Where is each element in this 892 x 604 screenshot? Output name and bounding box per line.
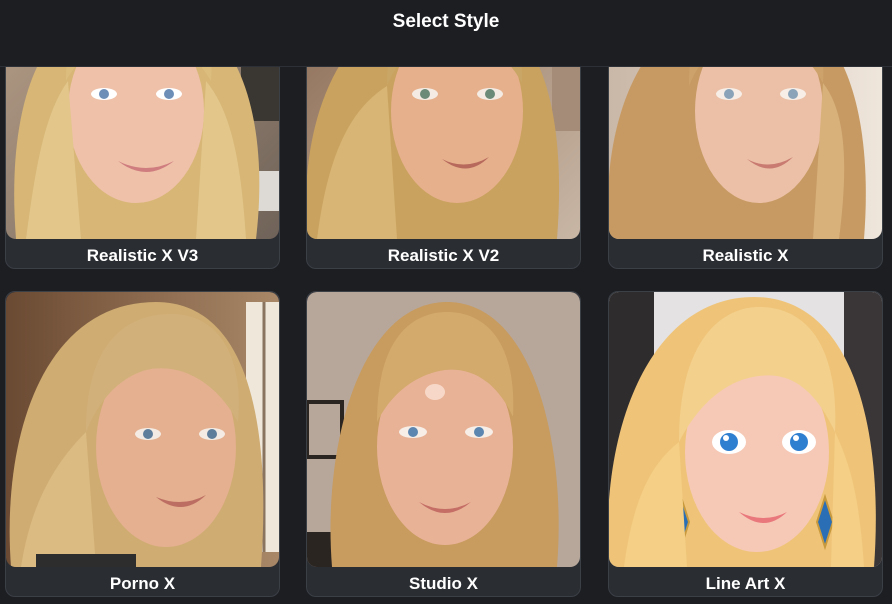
style-label: Studio X (409, 574, 478, 593)
style-card-line-art-x[interactable]: Line Art X (608, 291, 883, 597)
style-label: Porno X (109, 574, 176, 593)
style-label: Realistic X (702, 246, 789, 265)
header-bar: Select Style (0, 0, 892, 67)
style-thumbnail (307, 292, 580, 567)
style-card-porno-x[interactable]: Porno X (5, 291, 280, 597)
style-thumbnail (609, 292, 882, 567)
style-grid: Realistic X V3 Realistic X V2 Realistic … (0, 0, 892, 604)
style-label: Realistic X V3 (86, 246, 199, 265)
style-thumbnail (6, 292, 279, 567)
style-label: Realistic X V2 (387, 246, 500, 265)
page-title: Select Style (392, 11, 500, 32)
style-card-studio-x[interactable]: Studio X (306, 291, 581, 597)
style-label: Line Art X (705, 574, 786, 593)
